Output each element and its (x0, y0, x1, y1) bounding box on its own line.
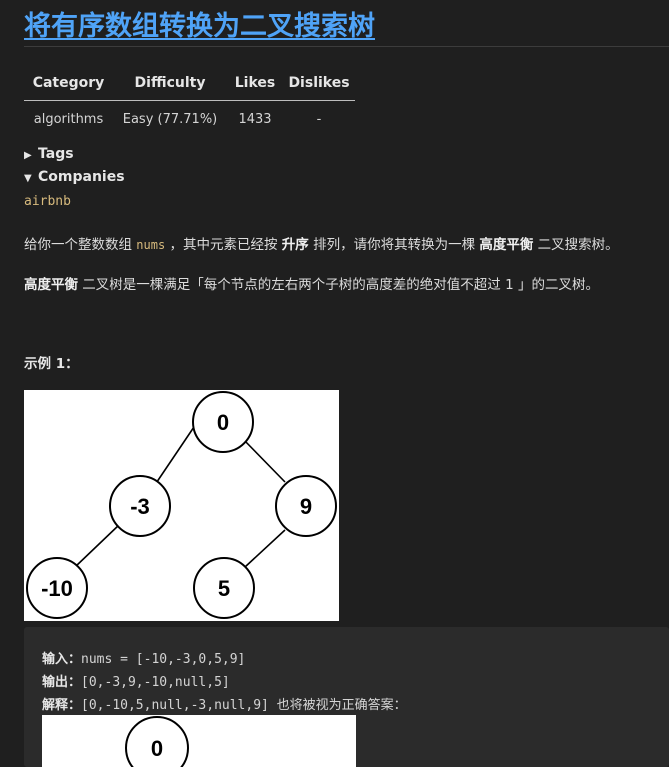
caret-right-icon: ▶ (24, 150, 32, 161)
table-row: algorithms Easy (77.71%) 1433 - (24, 101, 355, 139)
input-label: 输入： (42, 652, 82, 667)
output-label: 输出： (42, 675, 82, 690)
example-output-line: 输出：[0,-3,9,-10,null,5] (42, 671, 230, 690)
tree-node-label: 5 (218, 576, 230, 601)
input-value: nums = [-10,-3,0,5,9] (81, 652, 246, 667)
desc-text: 给你一个整数数组 (24, 237, 137, 253)
tree-node-label: 0 (217, 410, 229, 435)
tags-label: Tags (38, 146, 74, 162)
problem-meta-table: Category Difficulty Likes Dislikes algor… (24, 66, 355, 138)
tree-edge (242, 438, 286, 483)
output-value: [0,-3,9,-10,null,5] (81, 675, 230, 690)
companies-label: Companies (38, 169, 125, 185)
header-likes: Likes (227, 66, 283, 101)
tree-edge (74, 523, 121, 568)
description-paragraph-1: 给你一个整数数组 nums ，其中元素已经按 升序 排列，请你将其转换为一棵 高… (24, 233, 619, 253)
inline-code-nums: nums (136, 238, 166, 252)
company-tag[interactable]: airbnb (24, 194, 71, 209)
desc-bold: 高度平衡 (479, 237, 534, 253)
tags-toggle[interactable]: ▶ Tags (24, 146, 74, 162)
tree-edge (244, 529, 286, 568)
desc-text: 排列，请你将其转换为一棵 (308, 237, 480, 253)
desc-bold: 升序 (281, 237, 309, 253)
example-tree-image-2: 0 (42, 715, 356, 767)
desc-text: 二叉搜索树。 (533, 237, 619, 253)
problem-title[interactable]: 将有序数组转换为二叉搜索树 (24, 4, 375, 43)
header-dislikes: Dislikes (283, 66, 355, 101)
tree-node-label: 9 (300, 494, 312, 519)
example-tree-image: 0 -3 9 -10 5 (24, 390, 339, 621)
header-category: Category (24, 66, 113, 101)
title-divider (24, 46, 669, 47)
description-paragraph-2: 高度平衡 二叉树是一棵满足「每个节点的左右两个子树的高度差的绝对值不超过 1 」… (24, 273, 599, 293)
header-difficulty: Difficulty (113, 66, 227, 101)
example-code-block: 输入：nums = [-10,-3,0,5,9] 输出：[0,-3,9,-10,… (24, 627, 669, 767)
explain-value: [0,-10,5,null,-3,null,9] 也将被视为正确答案： (81, 698, 407, 713)
desc-bold: 高度平衡 (24, 277, 78, 293)
desc-text: 二叉树是一棵满足「每个节点的左右两个子树的高度差的绝对值不超过 1 」的二叉树。 (78, 277, 599, 293)
desc-text: ，其中元素已经按 (165, 237, 282, 253)
category-value: algorithms (33, 112, 104, 127)
example-input-line: 输入：nums = [-10,-3,0,5,9] (42, 648, 245, 667)
tree-node-label: 0 (151, 736, 163, 761)
caret-down-icon: ▼ (24, 173, 32, 184)
companies-toggle[interactable]: ▼ Companies (24, 169, 125, 185)
explain-label: 解释： (42, 698, 82, 713)
dislikes-value: - (316, 112, 322, 127)
difficulty-value: Easy (77.71%) (122, 112, 218, 127)
example-title: 示例 1： (24, 356, 79, 372)
tree-node-label: -10 (41, 576, 73, 601)
tree-node-label: -3 (130, 494, 150, 519)
likes-value: 1433 (238, 112, 272, 127)
example-explain-line: 解释：[0,-10,5,null,-3,null,9] 也将被视为正确答案： (42, 694, 407, 713)
